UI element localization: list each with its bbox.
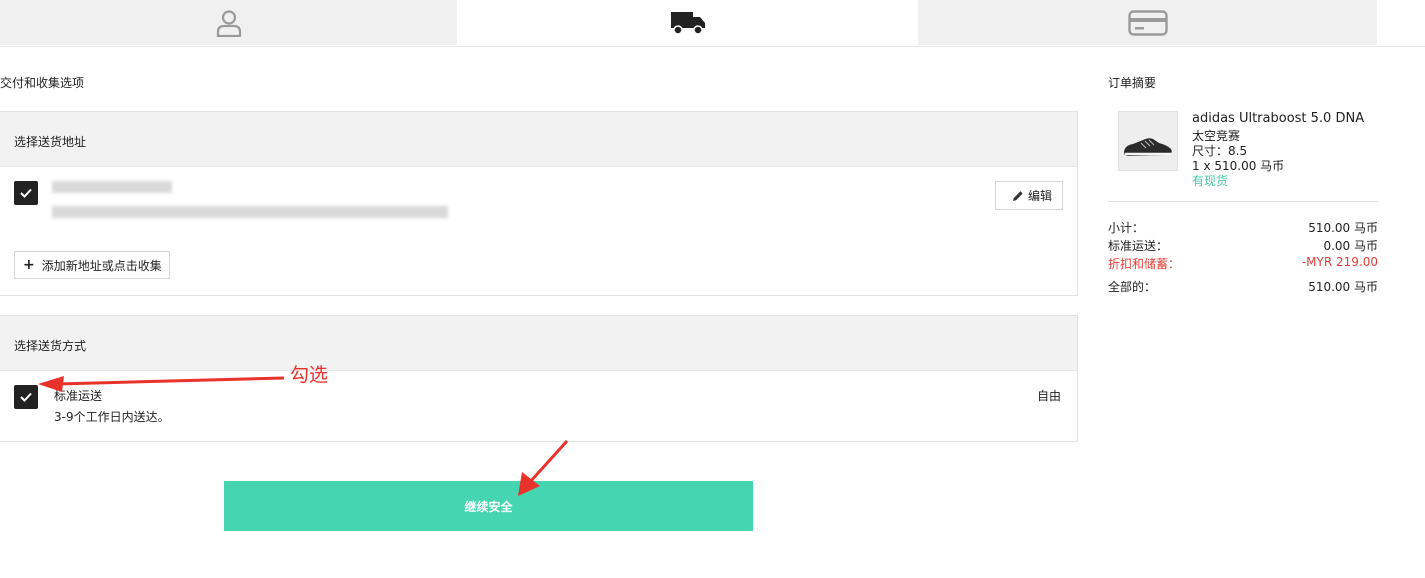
add-address-button[interactable]: + 添加新地址或点击收集 bbox=[14, 251, 170, 279]
product-thumbnail bbox=[1118, 111, 1178, 171]
summary-title: 订单摘要 bbox=[1108, 76, 1157, 90]
redacted-address bbox=[52, 206, 448, 218]
page-title: 交付和收集选项 bbox=[0, 76, 85, 90]
pencil-icon bbox=[1013, 190, 1023, 201]
redacted-name bbox=[52, 181, 172, 193]
address-heading: 选择送货地址 bbox=[14, 135, 87, 149]
shipping-panel-header: 选择送货方式 bbox=[0, 316, 1077, 371]
address-checkbox[interactable] bbox=[14, 181, 38, 205]
shipping-value: 0.00 马币 bbox=[1323, 239, 1378, 253]
summary-row-discount: 折扣和储蓄： -MYR 219.00 bbox=[1108, 255, 1378, 272]
truck-icon bbox=[670, 11, 705, 35]
continue-button[interactable]: 继续安全 bbox=[224, 481, 753, 531]
shipping-method-desc: 3-9个工作日内送达。 bbox=[54, 410, 170, 424]
subtotal-value: 510.00 马币 bbox=[1308, 221, 1378, 235]
subtotal-label: 小计： bbox=[1108, 221, 1145, 235]
step-account[interactable] bbox=[0, 0, 457, 45]
product-name: adidas Ultraboost 5.0 DNA bbox=[1192, 111, 1365, 126]
edit-address-button[interactable]: 编辑 bbox=[995, 181, 1063, 210]
summary-row-shipping: 标准运送： 0.00 马币 bbox=[1108, 237, 1378, 254]
total-label: 全部的： bbox=[1108, 280, 1157, 294]
summary-row-total: 全部的： 510.00 马币 bbox=[1108, 278, 1378, 295]
step-delivery[interactable] bbox=[458, 0, 917, 45]
edit-label: 编辑 bbox=[1028, 189, 1053, 203]
stock-status: 有现货 bbox=[1192, 174, 1229, 188]
shipping-label: 标准运送： bbox=[1108, 239, 1169, 253]
address-panel: 选择送货地址 编辑 + 添加新地址或点击收集 bbox=[0, 111, 1078, 296]
shipping-panel: 选择送货方式 标准运送 3-9个工作日内送达。 自由 bbox=[0, 315, 1078, 442]
summary-divider bbox=[1108, 201, 1378, 202]
credit-card-icon bbox=[1127, 9, 1168, 36]
shipping-price: 自由 bbox=[1036, 389, 1061, 403]
shipping-method-name: 标准运送 bbox=[54, 389, 103, 403]
plus-icon: + bbox=[23, 257, 35, 273]
shipping-heading: 选择送货方式 bbox=[14, 339, 87, 353]
check-icon bbox=[20, 392, 32, 402]
discount-label: 折扣和储蓄： bbox=[1108, 257, 1181, 271]
annotation-label: 勾选 bbox=[290, 364, 329, 386]
shipping-method-checkbox[interactable] bbox=[14, 385, 38, 409]
user-icon bbox=[216, 9, 241, 37]
address-panel-header: 选择送货地址 bbox=[0, 112, 1077, 167]
total-value: 510.00 马币 bbox=[1308, 280, 1378, 294]
summary-row-subtotal: 小计： 510.00 马币 bbox=[1108, 219, 1378, 236]
step-payment[interactable] bbox=[918, 0, 1377, 45]
add-address-label: 添加新地址或点击收集 bbox=[41, 258, 162, 273]
shoe-icon bbox=[1124, 138, 1172, 156]
discount-value: -MYR 219.00 bbox=[1301, 255, 1378, 269]
check-icon bbox=[20, 188, 32, 198]
checkout-steps bbox=[0, 0, 1425, 47]
